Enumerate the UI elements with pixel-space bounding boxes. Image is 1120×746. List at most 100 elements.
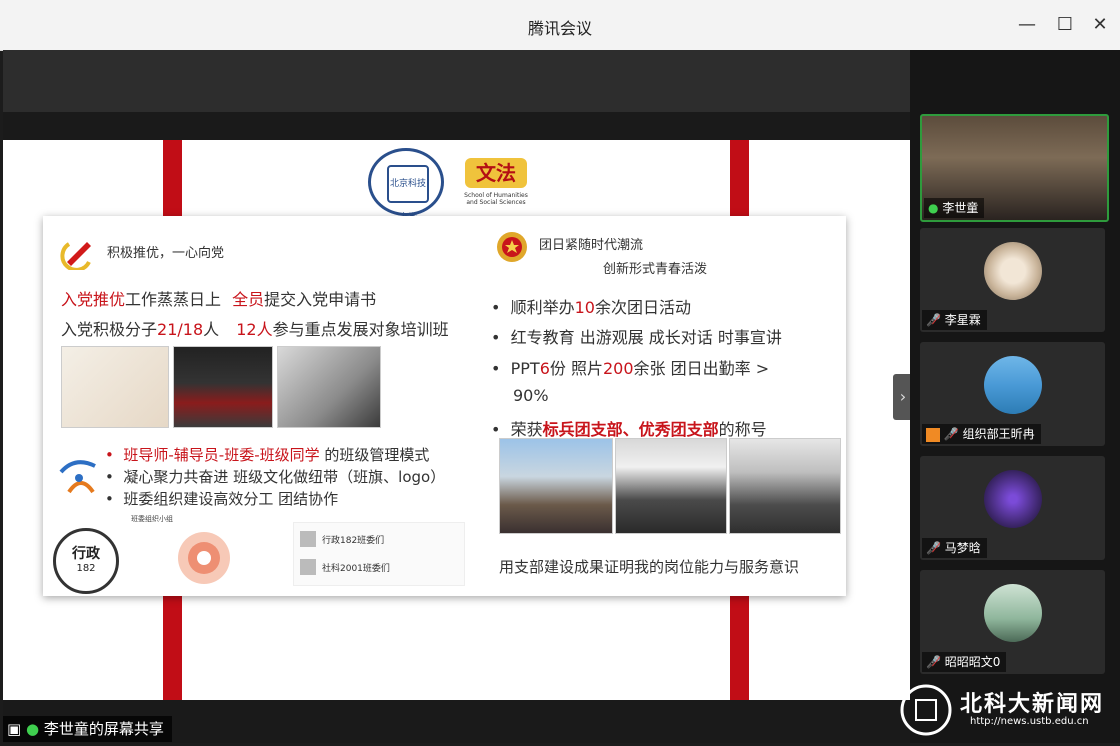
group-name-2: 社科2001班委们: [322, 564, 390, 574]
bullet3-text: 班委组织建设高效分工 团结协作: [123, 490, 339, 508]
lecture-photo: [615, 438, 727, 534]
rb3-red2: 200: [602, 359, 634, 378]
left-heading: 积极推优，一心向党: [107, 246, 225, 261]
maximize-button[interactable]: ☐: [1053, 13, 1077, 37]
right-heading-1: 团日紧随时代潮流: [539, 238, 644, 253]
screen-share-label: ▣ ● 李世童的屏幕共享: [3, 716, 172, 742]
class-badge-top: 行政: [72, 546, 100, 562]
left-bullet-3: • 班委组织建设高效分工 团结协作: [105, 490, 339, 508]
wechat-groups-panel: 行政182班委们 社科2001班委们: [293, 522, 465, 586]
org-diagram-icon: [178, 532, 230, 584]
class-culture-logo-icon: [59, 460, 96, 494]
title-bar: 腾讯会议 — ☐ ✕: [0, 0, 1120, 51]
rb3-mid2: 余张 团日出勤率 >: [633, 359, 770, 378]
meeting-photo: [277, 346, 381, 428]
left-bullet-1: • 班导师-辅导员-班委-班级同学 的班级管理模式: [105, 446, 430, 464]
presentation-slide: 北京科技大学 文法 School of Humanities and Socia…: [3, 140, 913, 700]
rb4-red: 标兵团支部、优秀团支部: [542, 420, 719, 439]
participant-tile-5[interactable]: 🎤̸ 昭昭昭文0: [920, 570, 1105, 674]
mic-on-icon: ●: [928, 201, 939, 215]
group-avatar-1: [300, 531, 316, 547]
participant-name-3: 组织部王昕冉: [962, 427, 1035, 441]
share-label-text: 李世童的屏幕共享: [43, 720, 164, 738]
left-line-2: 入党积极分子21/18人 12人参与重点发展对象培训班: [61, 316, 449, 340]
shared-screen: 北京科技大学 文法 School of Humanities and Socia…: [3, 50, 913, 743]
mic-muted-icon: 🎤̸: [943, 427, 959, 441]
mic-muted-icon: 🎤̸: [926, 313, 941, 327]
group-avatar-2: [300, 559, 316, 575]
university-seal-watermark-icon: [900, 684, 952, 736]
right-bullet-3-rate: 90%: [513, 386, 549, 405]
youth-league-emblem-icon: [497, 232, 527, 262]
participant-nameplate-1: ● 李世童: [924, 198, 985, 218]
participant-name-4: 马梦晗: [944, 541, 981, 555]
line2-mid: 人: [203, 320, 220, 339]
class-badge: 行政 182: [53, 528, 119, 594]
rb3-red1: 6: [539, 359, 550, 378]
mic-muted-icon: 🎤̸: [926, 655, 941, 669]
window-title: 腾讯会议: [527, 19, 592, 38]
participant-nameplate-5: 🎤̸ 昭昭昭文0: [922, 652, 1007, 672]
right-bullet-1: • 顺利举办10余次团日活动: [491, 298, 691, 317]
outdoor-group-photo: [499, 438, 613, 534]
left-line-1: 入党推优工作蒸蒸日上 全员提交入党申请书: [61, 286, 376, 310]
participant-tile-3[interactable]: 🎤̸ 组织部王昕冉: [920, 342, 1105, 446]
watermark-title: 北科大新闻网: [960, 691, 1105, 717]
participant-tile-2[interactable]: 🎤̸ 李星霖: [920, 228, 1105, 332]
rb1-pre: 顺利举办: [510, 298, 575, 317]
participant-nameplate-2: 🎤̸ 李星霖: [922, 310, 987, 330]
minimize-button[interactable]: —: [1015, 13, 1039, 37]
participant-tile-1[interactable]: ● 李世童: [920, 114, 1109, 222]
participant-tile-4[interactable]: 🎤̸ 马梦晗: [920, 456, 1105, 560]
school-badge: 文法: [465, 158, 527, 188]
line2-pre: 入党积极分子: [61, 320, 158, 339]
watermark-url: http://news.ustb.edu.cn: [970, 716, 1089, 727]
line2-end: 参与重点发展对象培训班: [272, 320, 449, 339]
participant-avatar-5: [984, 584, 1042, 642]
group-meeting-photo: [729, 438, 841, 534]
school-name: School of Humanities and Social Sciences: [464, 192, 528, 206]
participant-avatar-3: [984, 356, 1042, 414]
party-emblem-icon: [59, 232, 99, 270]
participant-name-1: 李世童: [942, 201, 979, 215]
right-heading-2: 创新形式青春活泼: [603, 262, 708, 277]
participant-name-5: 昭昭昭文0: [944, 655, 1001, 669]
rb3-pre: PPT: [510, 359, 540, 378]
mic-on-icon: ●: [25, 720, 40, 738]
participant-nameplate-4: 🎤̸ 马梦晗: [922, 538, 987, 558]
right-bullet-4: • 荣获标兵团支部、优秀团支部的称号: [491, 420, 767, 439]
school-logo: 文法 School of Humanities and Social Scien…: [463, 150, 529, 208]
rb3-mid1: 份 照片: [549, 359, 603, 378]
bullet1-red: 班导师-辅导员-班委-班级同学: [123, 446, 320, 464]
group-name-1: 行政182班委们: [322, 536, 385, 546]
bullet1-end: 的班级管理模式: [324, 446, 430, 464]
university-seal-icon: 北京科技大学: [387, 165, 429, 223]
org-diagram-title: 班委组织小组: [131, 515, 173, 523]
right-bullet-3: • PPT6份 照片200余张 团日出勤率 >: [491, 359, 770, 378]
close-button[interactable]: ✕: [1088, 13, 1112, 37]
line2-red-a: 21/18: [157, 320, 204, 339]
university-logo: 北京科技大学: [368, 148, 444, 223]
line1-red-b: 全员: [232, 290, 265, 309]
right-footer: 用支部建设成果证明我的岗位能力与服务意识: [499, 558, 800, 576]
rb4-pre: 荣获: [510, 420, 543, 439]
line1-end: 提交入党申请书: [264, 290, 377, 309]
application-letters-photo: [61, 346, 169, 428]
left-bullet-2: • 凝心聚力共奋进 班级文化做纽带（班旗、logo）: [105, 468, 446, 486]
participant-nameplate-3: 🎤̸ 组织部王昕冉: [922, 424, 1041, 444]
rb4-end: 的称号: [718, 420, 767, 439]
line1-red-a: 入党推优: [61, 290, 126, 309]
rb1-end: 余次团日活动: [594, 298, 691, 317]
participant-avatar-4: [984, 470, 1042, 528]
bullet2-text: 凝心聚力共奋进 班级文化做纽带（班旗、logo）: [123, 468, 446, 486]
rb1-red: 10: [574, 298, 595, 317]
top-band: [3, 50, 913, 112]
rb2-text: 红专教育 出游观展 成长对话 时事宣讲: [510, 328, 782, 347]
class-badge-bottom: 182: [76, 563, 96, 574]
participant-strip: ● 李世童 🎤̸ 李星霖 🎤̸ 组织部王昕冉 🎤̸ 马梦晗 🎤̸ 昭昭昭文0: [910, 50, 1120, 743]
participant-name-2: 李星霖: [944, 313, 981, 327]
user-icon: [926, 427, 940, 442]
line2-red-b: 12人: [236, 320, 273, 339]
news-watermark: 北科大新闻网 http://news.ustb.edu.cn: [900, 680, 1115, 740]
training-class-photo: [173, 346, 273, 428]
